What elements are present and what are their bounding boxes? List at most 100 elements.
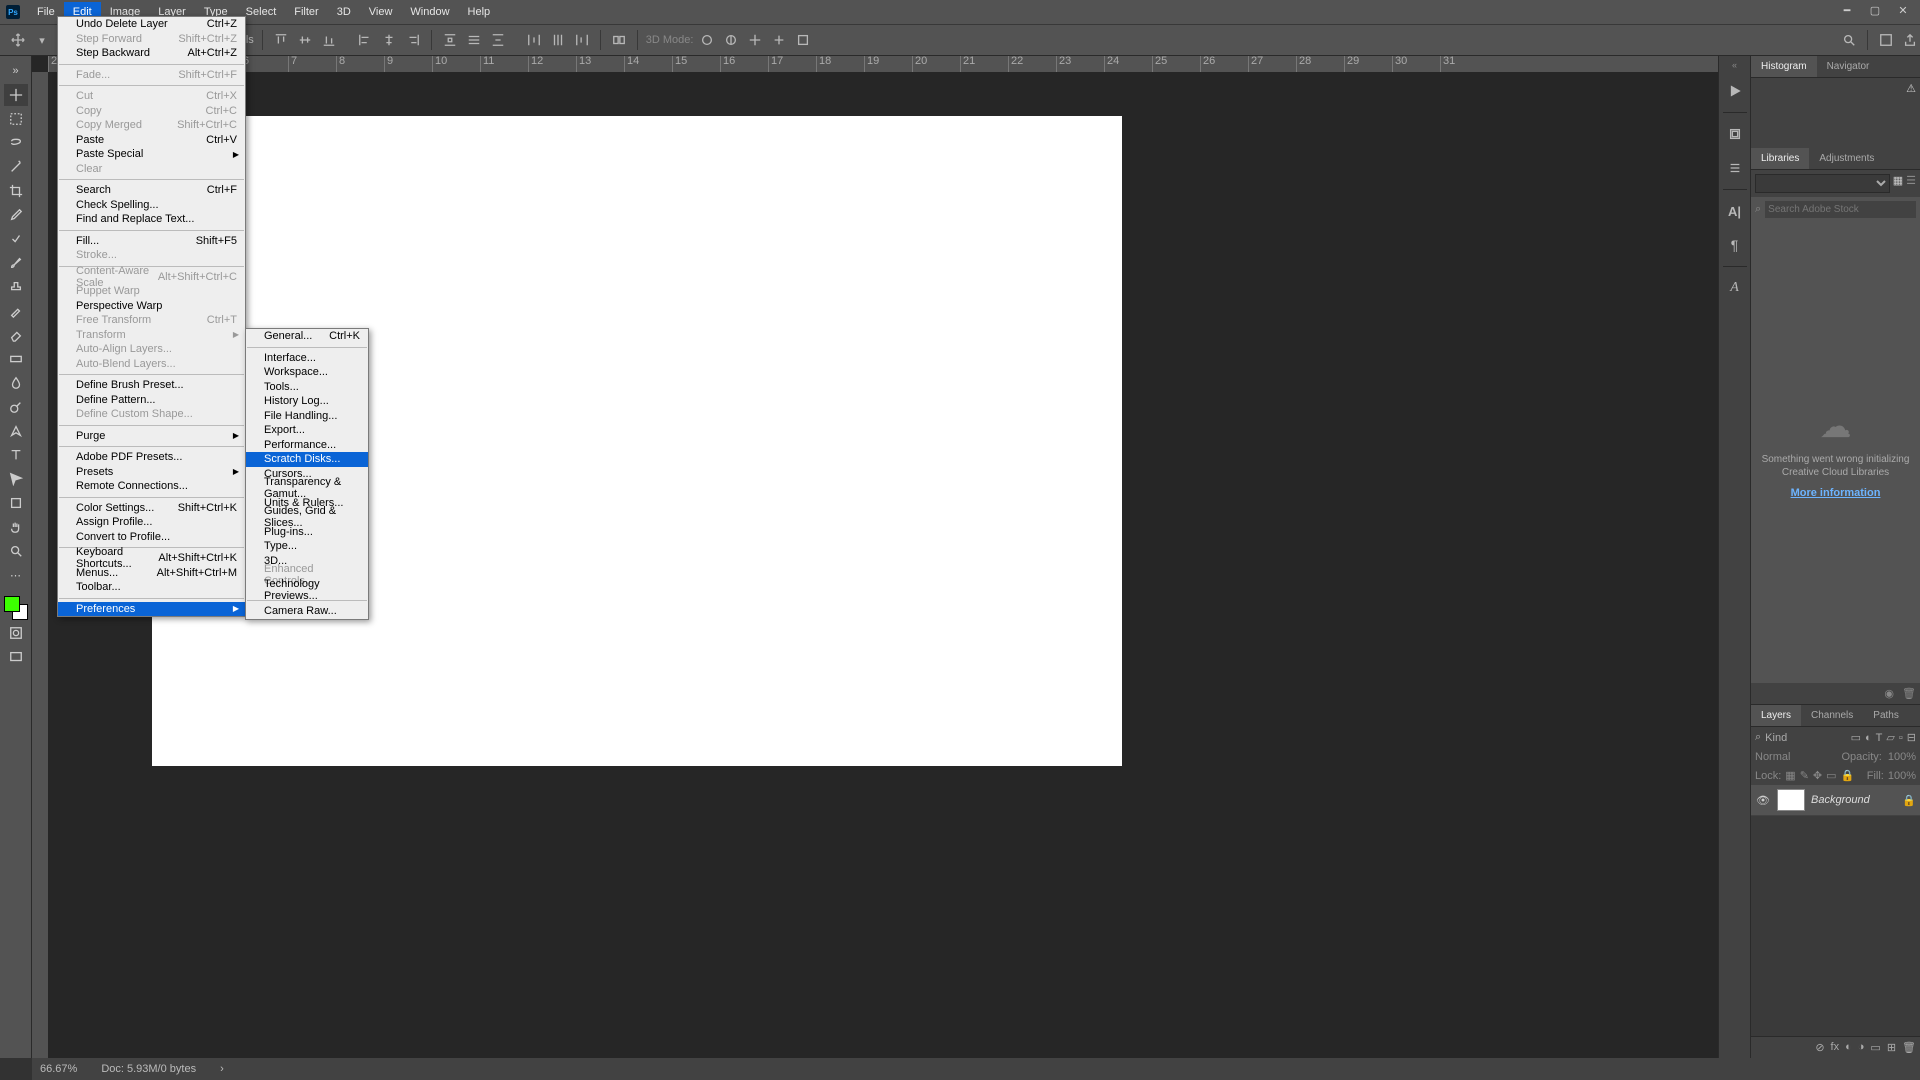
glyphs-icon[interactable]: A xyxy=(1723,275,1747,301)
collapse-icon[interactable]: » xyxy=(4,60,28,82)
visibility-icon[interactable]: 👁 xyxy=(1755,794,1771,807)
menuitem-find-and-replace-text[interactable]: Find and Replace Text... xyxy=(58,212,245,227)
history-brush-tool[interactable] xyxy=(4,300,28,322)
fill-value[interactable]: 100% xyxy=(1888,770,1916,782)
tab-paths[interactable]: Paths xyxy=(1863,705,1909,726)
menu-filter[interactable]: Filter xyxy=(285,2,327,22)
lock-all-icon[interactable]: 🔒 xyxy=(1841,769,1855,782)
3d-orbit-icon[interactable] xyxy=(697,30,717,50)
menuitem-perspective-warp[interactable]: Perspective Warp xyxy=(58,299,245,314)
path-tool[interactable] xyxy=(4,468,28,490)
eraser-tool[interactable] xyxy=(4,324,28,346)
zoom-level[interactable]: 66.67% xyxy=(40,1063,77,1075)
menuitem-assign-profile[interactable]: Assign Profile... xyxy=(58,515,245,530)
menuitem-convert-to-profile[interactable]: Convert to Profile... xyxy=(58,530,245,545)
dropdown-icon[interactable]: ▾ xyxy=(32,30,52,50)
menuitem-search[interactable]: SearchCtrl+F xyxy=(58,183,245,198)
minimize-button[interactable]: ━ xyxy=(1834,0,1860,20)
menuitem-adobe-pdf-presets[interactable]: Adobe PDF Presets... xyxy=(58,450,245,465)
healing-tool[interactable] xyxy=(4,228,28,250)
adjustment-icon[interactable]: ◑ xyxy=(1858,1041,1865,1054)
menuitem-history-log[interactable]: History Log... xyxy=(246,394,368,409)
brush-tool[interactable] xyxy=(4,252,28,274)
layer-background[interactable]: 👁 Background 🔒 xyxy=(1751,785,1920,816)
distribute-1-icon[interactable] xyxy=(440,30,460,50)
menuitem-paste-special[interactable]: Paste Special▶ xyxy=(58,147,245,162)
blur-tool[interactable] xyxy=(4,372,28,394)
menuitem-tools[interactable]: Tools... xyxy=(246,380,368,395)
paragraph-icon[interactable]: ¶ xyxy=(1723,232,1747,258)
menuitem-paste[interactable]: PasteCtrl+V xyxy=(58,133,245,148)
search-icon[interactable] xyxy=(1839,30,1859,50)
menuitem-file-handling[interactable]: File Handling... xyxy=(246,409,368,424)
align-top-icon[interactable] xyxy=(271,30,291,50)
align-right-icon[interactable] xyxy=(403,30,423,50)
menuitem-type[interactable]: Type... xyxy=(246,539,368,554)
menuitem-purge[interactable]: Purge▶ xyxy=(58,429,245,444)
history-icon[interactable] xyxy=(1723,121,1747,147)
menuitem-workspace[interactable]: Workspace... xyxy=(246,365,368,380)
3d-roll-icon[interactable] xyxy=(721,30,741,50)
tab-histogram[interactable]: Histogram xyxy=(1751,56,1817,77)
play-icon[interactable] xyxy=(1723,78,1747,104)
tab-channels[interactable]: Channels xyxy=(1801,705,1863,726)
color-swatches[interactable] xyxy=(4,596,28,620)
menuitem-preferences[interactable]: Preferences▶ xyxy=(58,602,245,617)
filter-toggle[interactable]: ⊟ xyxy=(1907,731,1916,744)
opacity-value[interactable]: 100% xyxy=(1888,751,1916,763)
fx-icon[interactable]: fx xyxy=(1831,1041,1840,1054)
lock-icon[interactable]: 🔒 xyxy=(1902,794,1916,807)
mask-icon[interactable]: ◐ xyxy=(1845,1041,1852,1054)
distribute-2-icon[interactable] xyxy=(464,30,484,50)
menuitem-define-brush-preset[interactable]: Define Brush Preset... xyxy=(58,378,245,393)
move-tool[interactable] xyxy=(4,84,28,106)
warning-icon[interactable]: ⚠ xyxy=(1906,82,1916,95)
hand-tool[interactable] xyxy=(4,516,28,538)
trash-icon[interactable]: 🗑 xyxy=(1902,687,1916,700)
tab-libraries[interactable]: Libraries xyxy=(1751,148,1809,169)
tab-navigator[interactable]: Navigator xyxy=(1817,56,1880,77)
3d-slide-icon[interactable] xyxy=(769,30,789,50)
menuitem-plug-ins[interactable]: Plug-ins... xyxy=(246,525,368,540)
menuitem-general[interactable]: General...Ctrl+K xyxy=(246,329,368,344)
close-button[interactable]: ✕ xyxy=(1890,0,1916,20)
cloud-icon[interactable]: ◉ xyxy=(1884,687,1894,700)
wand-tool[interactable] xyxy=(4,156,28,178)
lock-artboard-icon[interactable]: ▭ xyxy=(1826,769,1836,782)
screenmode-tool[interactable] xyxy=(4,646,28,668)
distribute-6-icon[interactable] xyxy=(572,30,592,50)
filter-smart-icon[interactable]: ▫ xyxy=(1899,732,1903,744)
quickmask-tool[interactable] xyxy=(4,622,28,644)
blend-mode-select[interactable]: Normal xyxy=(1755,751,1836,763)
character-icon[interactable]: A| xyxy=(1723,198,1747,224)
more-information-link[interactable]: More information xyxy=(1791,487,1881,499)
lock-move-icon[interactable]: ✥ xyxy=(1813,769,1822,782)
menuitem-presets[interactable]: Presets▶ xyxy=(58,465,245,480)
properties-icon[interactable] xyxy=(1723,155,1747,181)
library-search-input[interactable] xyxy=(1765,201,1916,218)
distribute-5-icon[interactable] xyxy=(548,30,568,50)
menuitem-guides-grid-slices[interactable]: Guides, Grid & Slices... xyxy=(246,510,368,525)
filter-shape-icon[interactable]: ▱ xyxy=(1886,731,1894,744)
menuitem-define-pattern[interactable]: Define Pattern... xyxy=(58,393,245,408)
menuitem-color-settings[interactable]: Color Settings...Shift+Ctrl+K xyxy=(58,501,245,516)
move-tool-icon[interactable] xyxy=(8,30,28,50)
distribute-3-icon[interactable] xyxy=(488,30,508,50)
type-tool[interactable] xyxy=(4,444,28,466)
menu-window[interactable]: Window xyxy=(401,2,458,22)
crop-tool[interactable] xyxy=(4,180,28,202)
filter-img-icon[interactable]: ▭ xyxy=(1851,731,1861,744)
eyedropper-tool[interactable] xyxy=(4,204,28,226)
menuitem-camera-raw[interactable]: Camera Raw... xyxy=(246,604,368,619)
menuitem-check-spelling[interactable]: Check Spelling... xyxy=(58,198,245,213)
menuitem-performance[interactable]: Performance... xyxy=(246,438,368,453)
status-arrow-icon[interactable]: › xyxy=(220,1063,224,1075)
menuitem-fill[interactable]: Fill...Shift+F5 xyxy=(58,234,245,249)
lock-pixels-icon[interactable]: ▦ xyxy=(1785,769,1795,782)
menu-view[interactable]: View xyxy=(360,2,402,22)
tab-adjustments[interactable]: Adjustments xyxy=(1809,148,1884,169)
maximize-button[interactable]: ▢ xyxy=(1862,0,1888,20)
share-icon[interactable] xyxy=(1900,30,1920,50)
menu-3d[interactable]: 3D xyxy=(328,2,360,22)
delete-layer-icon[interactable]: 🗑 xyxy=(1902,1041,1916,1054)
